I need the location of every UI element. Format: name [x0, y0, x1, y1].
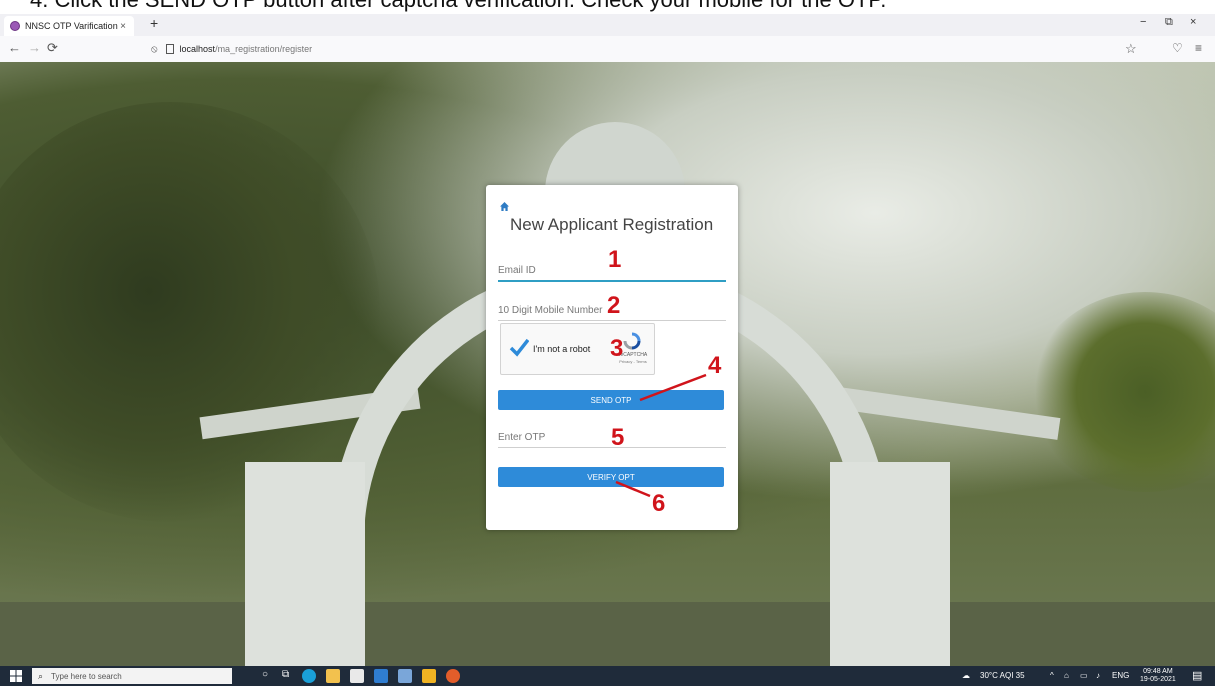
taskbar-search[interactable]: ⌕ Type here to search: [32, 668, 232, 684]
windows-start-icon[interactable]: [10, 670, 22, 682]
network-icon[interactable]: ⌂: [1064, 671, 1069, 680]
clock-time: 09:48 AM: [1143, 668, 1173, 675]
firefox-icon[interactable]: [446, 669, 460, 683]
edge-icon[interactable]: [302, 669, 316, 683]
thunderbolt-icon[interactable]: [422, 669, 436, 683]
windows-taskbar: ⌕ Type here to search ○ ⧉ ☁ 30°C AQI 35 …: [0, 666, 1215, 686]
mail-icon[interactable]: [374, 669, 388, 683]
cortana-icon[interactable]: ○: [262, 669, 268, 680]
annotation-3: 3: [610, 335, 624, 362]
notifications-icon[interactable]: ▤: [1192, 669, 1202, 682]
annotation-5: 5: [611, 424, 625, 451]
tray-chevron-icon[interactable]: ^: [1050, 671, 1054, 680]
annotation-arrows: [615, 373, 707, 498]
annotation-2: 2: [607, 292, 621, 319]
task-view-icon[interactable]: ⧉: [282, 669, 289, 680]
search-placeholder: Type here to search: [51, 671, 122, 681]
language-indicator[interactable]: ENG: [1112, 671, 1129, 680]
arrow-4: [639, 373, 707, 402]
volume-icon[interactable]: ♪: [1096, 671, 1100, 680]
clock-date: 19-05-2021: [1140, 676, 1176, 683]
annotation-6: 6: [652, 490, 666, 517]
weather-text[interactable]: 30°C AQI 35: [980, 671, 1025, 680]
arrow-6: [615, 480, 651, 498]
annotation-4: 4: [708, 352, 722, 379]
file-explorer-icon[interactable]: [326, 669, 340, 683]
store-icon[interactable]: [350, 669, 364, 683]
app-icon[interactable]: [398, 669, 412, 683]
system-clock[interactable]: 09:48 AM 19-05-2021: [1140, 668, 1176, 684]
battery-icon[interactable]: ▭: [1080, 671, 1088, 680]
search-icon: ⌕: [38, 670, 44, 681]
annotation-1: 1: [608, 246, 622, 273]
weather-icon[interactable]: ☁: [962, 671, 970, 680]
